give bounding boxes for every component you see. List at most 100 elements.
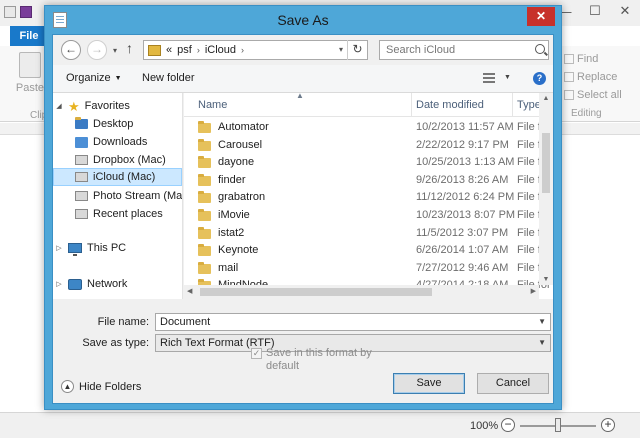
tree-favorites[interactable]: ◢ ★ Favorites <box>55 97 130 115</box>
refresh-button[interactable]: ↻ <box>347 40 367 60</box>
select-all-button[interactable]: Select all <box>560 86 640 104</box>
file-name: Carousel <box>218 138 263 151</box>
vertical-scroll-thumb[interactable] <box>542 133 550 193</box>
tree-item-photo-stream[interactable]: Photo Stream (Mac) <box>75 187 182 205</box>
column-name[interactable]: Name <box>198 99 227 111</box>
checkmark-icon[interactable]: ✓ <box>251 348 262 359</box>
file-name: Keynote <box>218 244 259 257</box>
find-button[interactable]: Find <box>560 50 640 68</box>
document-icon <box>4 6 16 18</box>
close-button[interactable]: ✕ <box>610 0 640 22</box>
find-icon <box>564 54 574 64</box>
change-view-icon[interactable] <box>483 73 495 83</box>
chevron-down-icon[interactable]: ▼ <box>538 314 546 330</box>
organize-label: Organize <box>66 72 111 84</box>
view-options-dropdown-icon[interactable]: ▼ <box>504 74 511 81</box>
file-name-field[interactable]: Document ▼ <box>155 313 551 331</box>
address-bar[interactable]: « psf › iCloud › ▾ ↻ <box>143 40 368 60</box>
file-row[interactable]: mail 7/27/2012 9:46 AM File fol <box>184 260 549 277</box>
replace-button[interactable]: Replace <box>560 68 640 86</box>
file-row[interactable]: Automator 10/2/2013 11:57 AM File fol <box>184 119 549 136</box>
collapsed-arrow-icon[interactable]: ▷ <box>55 244 63 252</box>
zoom-slider-thumb[interactable] <box>555 418 561 432</box>
address-dropdown-icon[interactable]: ▾ <box>339 45 343 54</box>
tree-item-icloud[interactable]: iCloud (Mac) <box>53 168 182 186</box>
new-folder-button[interactable]: New folder <box>142 72 195 84</box>
file-row[interactable]: iMovie 10/23/2013 8:07 PM File fol <box>184 207 549 224</box>
tree-this-pc[interactable]: ▷ This PC <box>55 239 126 257</box>
breadcrumb-psf[interactable]: psf <box>177 44 192 56</box>
file-date-modified: 6/26/2014 1:07 AM <box>416 244 509 257</box>
save-button[interactable]: Save <box>393 373 465 394</box>
maximize-button[interactable]: ☐ <box>580 0 610 22</box>
desktop-icon <box>75 117 88 129</box>
chevron-down-icon[interactable]: ▼ <box>538 335 546 351</box>
collapsed-arrow-icon[interactable]: ▷ <box>55 280 63 288</box>
save-icon[interactable] <box>20 6 32 18</box>
search-input[interactable]: Search iCloud <box>379 40 549 60</box>
column-divider[interactable] <box>512 93 513 117</box>
horizontal-scroll-thumb[interactable] <box>200 288 432 296</box>
back-button[interactable]: ← <box>61 40 81 60</box>
select-all-label: Select all <box>577 89 622 101</box>
tree-item-dropbox[interactable]: Dropbox (Mac) <box>75 151 166 169</box>
file-name: dayone <box>218 156 255 169</box>
network-drive-icon <box>75 191 88 201</box>
breadcrumb-separator-icon[interactable]: › <box>197 45 200 55</box>
file-row[interactable]: dayone 10/25/2013 1:13 AM File fol <box>184 154 549 171</box>
vertical-scrollbar[interactable]: ▲ ▼ <box>539 93 553 285</box>
folder-icon <box>198 173 211 186</box>
hide-folders-button[interactable]: ▲ Hide Folders <box>61 380 141 393</box>
tree-network[interactable]: ▷ Network <box>55 275 127 293</box>
dialog-close-button[interactable]: ✕ <box>527 7 555 26</box>
breadcrumb-separator-icon[interactable]: › <box>241 45 244 55</box>
file-row[interactable]: finder 9/26/2013 8:26 AM File fol <box>184 172 549 189</box>
horizontal-scrollbar[interactable]: ◀ ▶ <box>184 285 539 299</box>
tree-item-label: Desktop <box>93 118 134 130</box>
help-icon[interactable]: ? <box>533 72 546 85</box>
organize-menu[interactable]: Organize ▼ <box>66 72 122 84</box>
scroll-right-icon[interactable]: ▶ <box>531 287 536 295</box>
folder-icon <box>198 244 211 257</box>
folder-icon <box>198 226 211 239</box>
file-name-label: File name: <box>97 316 149 328</box>
column-divider[interactable] <box>411 93 412 117</box>
recent-locations-dropdown[interactable]: ▾ <box>113 46 117 55</box>
column-type[interactable]: Type <box>517 99 541 111</box>
zoom-out-button[interactable]: − <box>501 418 515 432</box>
up-button[interactable]: ↑ <box>126 40 133 56</box>
scroll-down-icon[interactable]: ▼ <box>539 276 553 283</box>
window-controls: — ☐ ✕ <box>550 0 640 22</box>
navigation-pane: ◢ ★ Favorites Desktop Downloads Dropbox … <box>53 93 183 299</box>
expanded-arrow-icon[interactable]: ◢ <box>55 102 63 110</box>
tree-item-recent-places[interactable]: Recent places <box>75 205 163 223</box>
tree-item-label: Downloads <box>93 136 148 148</box>
file-tab[interactable]: File <box>10 26 48 46</box>
breadcrumb-icloud[interactable]: iCloud <box>205 44 236 56</box>
replace-icon <box>564 72 574 82</box>
file-row[interactable]: Keynote 6/26/2014 1:07 AM File fol <box>184 242 549 259</box>
file-date-modified: 11/12/2012 6:24 PM <box>416 191 515 204</box>
folder-icon <box>198 261 211 274</box>
status-bar: 100% − + <box>0 412 640 438</box>
select-all-icon <box>564 90 574 100</box>
file-date-modified: 10/23/2013 8:07 PM <box>416 209 516 221</box>
search-icon[interactable] <box>535 44 545 54</box>
file-row[interactable]: Carousel 2/22/2012 9:17 PM File fol <box>184 137 549 154</box>
scroll-up-icon[interactable]: ▲ <box>539 95 553 102</box>
network-drive-icon <box>75 172 88 182</box>
save-default-checkbox[interactable]: ✓ Save in this format by default <box>251 347 401 373</box>
column-date-modified[interactable]: Date modified <box>416 99 484 111</box>
dialog-titlebar: Save As ✕ <box>45 6 561 34</box>
star-icon: ★ <box>68 98 80 114</box>
folder-icon <box>198 138 211 151</box>
file-row[interactable]: grabatron 11/12/2012 6:24 PM File fol <box>184 189 549 206</box>
forward-button[interactable]: → <box>87 40 107 60</box>
zoom-in-button[interactable]: + <box>601 418 615 432</box>
scroll-left-icon[interactable]: ◀ <box>187 287 192 295</box>
tree-item-desktop[interactable]: Desktop <box>75 115 133 133</box>
address-overflow[interactable]: « <box>166 44 172 56</box>
file-row[interactable]: istat2 11/5/2012 3:07 PM File fol <box>184 225 549 242</box>
cancel-button[interactable]: Cancel <box>477 373 549 394</box>
tree-item-downloads[interactable]: Downloads <box>75 133 147 151</box>
